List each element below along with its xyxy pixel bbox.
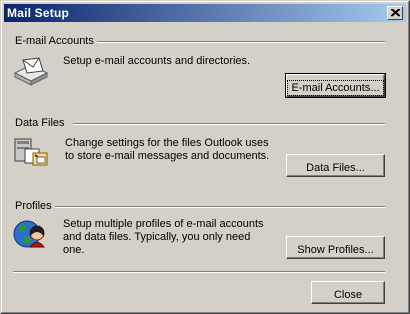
profiles-description-line1: Setup multiple profiles of e-mail accoun…: [63, 218, 264, 230]
data-files-button[interactable]: Data Files...: [286, 154, 385, 177]
profiles-heading: Profiles: [15, 200, 52, 212]
email-accounts-button[interactable]: E-mail Accounts...: [285, 73, 386, 98]
mail-tray-icon: [13, 57, 49, 86]
data-files-description-line2: to store e-mail messages and documents.: [65, 150, 270, 162]
data-files-button-label: Data Files...: [306, 161, 365, 174]
profiles-globe-icon: [13, 220, 46, 248]
profiles-description-line2: and data files. Typically, you only need: [63, 231, 251, 243]
title-close-button[interactable]: [387, 6, 403, 20]
close-button-label: Close: [333, 288, 363, 301]
data-files-divider: [73, 123, 385, 125]
data-files-icon: [14, 138, 48, 166]
title-bar[interactable]: Mail Setup: [4, 4, 406, 22]
show-profiles-button-label: Show Profiles...: [297, 243, 374, 256]
profiles-description-line3: one.: [63, 244, 85, 256]
email-accounts-button-label: E-mail Accounts...: [287, 79, 384, 96]
email-accounts-divider: [97, 41, 385, 43]
window-title: Mail Setup: [7, 6, 70, 20]
email-accounts-description: Setup e-mail accounts and directories.: [63, 55, 251, 67]
data-files-heading: Data Files: [15, 117, 65, 129]
close-button[interactable]: Close: [311, 281, 385, 304]
email-accounts-heading: E-mail Accounts: [15, 35, 94, 47]
mail-setup-window: Mail Setup E-mail Accounts Setup e-mail …: [0, 0, 410, 314]
show-profiles-button[interactable]: Show Profiles...: [286, 236, 385, 259]
close-icon: [391, 9, 400, 17]
data-files-description-line1: Change settings for the files Outlook us…: [65, 137, 269, 149]
profiles-divider: [55, 206, 385, 208]
footer-divider: [13, 271, 385, 273]
